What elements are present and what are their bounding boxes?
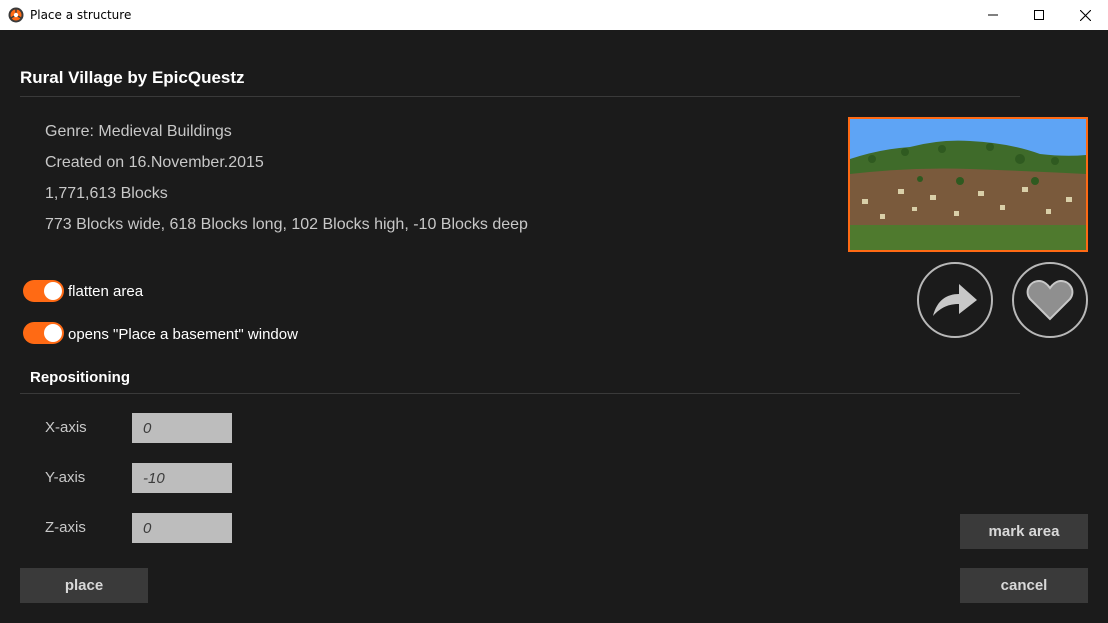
z-axis-input[interactable] bbox=[132, 513, 232, 543]
minimize-icon bbox=[988, 14, 998, 16]
block-count-text: 1,771,613 Blocks bbox=[45, 185, 168, 202]
share-arrow-icon bbox=[933, 284, 977, 316]
structure-name: Rural Village by EpicQuestz bbox=[20, 68, 245, 87]
repositioning-divider bbox=[20, 393, 1020, 394]
flatten-area-toggle[interactable] bbox=[23, 280, 64, 302]
app-icon bbox=[8, 7, 24, 23]
place-button[interactable]: place bbox=[20, 568, 148, 603]
x-axis-input[interactable] bbox=[132, 413, 232, 443]
minimize-button[interactable] bbox=[970, 0, 1016, 30]
basement-window-label: opens "Place a basement" window bbox=[68, 326, 298, 343]
close-button[interactable] bbox=[1062, 0, 1108, 30]
created-date-text: Created on 16.November.2015 bbox=[45, 154, 264, 171]
maximize-button[interactable] bbox=[1016, 0, 1062, 30]
maximize-icon bbox=[1034, 10, 1044, 20]
dimensions-text: 773 Blocks wide, 618 Blocks long, 102 Bl… bbox=[45, 216, 528, 233]
x-axis-label: X-axis bbox=[45, 419, 87, 436]
favorite-button[interactable] bbox=[1012, 262, 1088, 338]
heading-divider bbox=[20, 96, 1020, 97]
title-bar: Place a structure bbox=[0, 0, 1108, 30]
heart-icon bbox=[1026, 279, 1074, 321]
structure-preview-image bbox=[848, 117, 1088, 252]
y-axis-label: Y-axis bbox=[45, 469, 86, 486]
preview-landscape bbox=[850, 119, 1086, 250]
share-button[interactable] bbox=[917, 262, 993, 338]
basement-window-toggle[interactable] bbox=[23, 322, 64, 344]
y-axis-input[interactable] bbox=[132, 463, 232, 493]
z-axis-label: Z-axis bbox=[45, 519, 86, 536]
toggle-knob bbox=[44, 324, 62, 342]
window-title: Place a structure bbox=[30, 8, 132, 22]
mark-area-button[interactable]: mark area bbox=[960, 514, 1088, 549]
cancel-button[interactable]: cancel bbox=[960, 568, 1088, 603]
genre-text: Genre: Medieval Buildings bbox=[45, 123, 232, 140]
close-icon bbox=[1079, 9, 1091, 21]
toggle-knob bbox=[44, 282, 62, 300]
flatten-area-label: flatten area bbox=[68, 283, 144, 300]
repositioning-title: Repositioning bbox=[30, 369, 130, 386]
